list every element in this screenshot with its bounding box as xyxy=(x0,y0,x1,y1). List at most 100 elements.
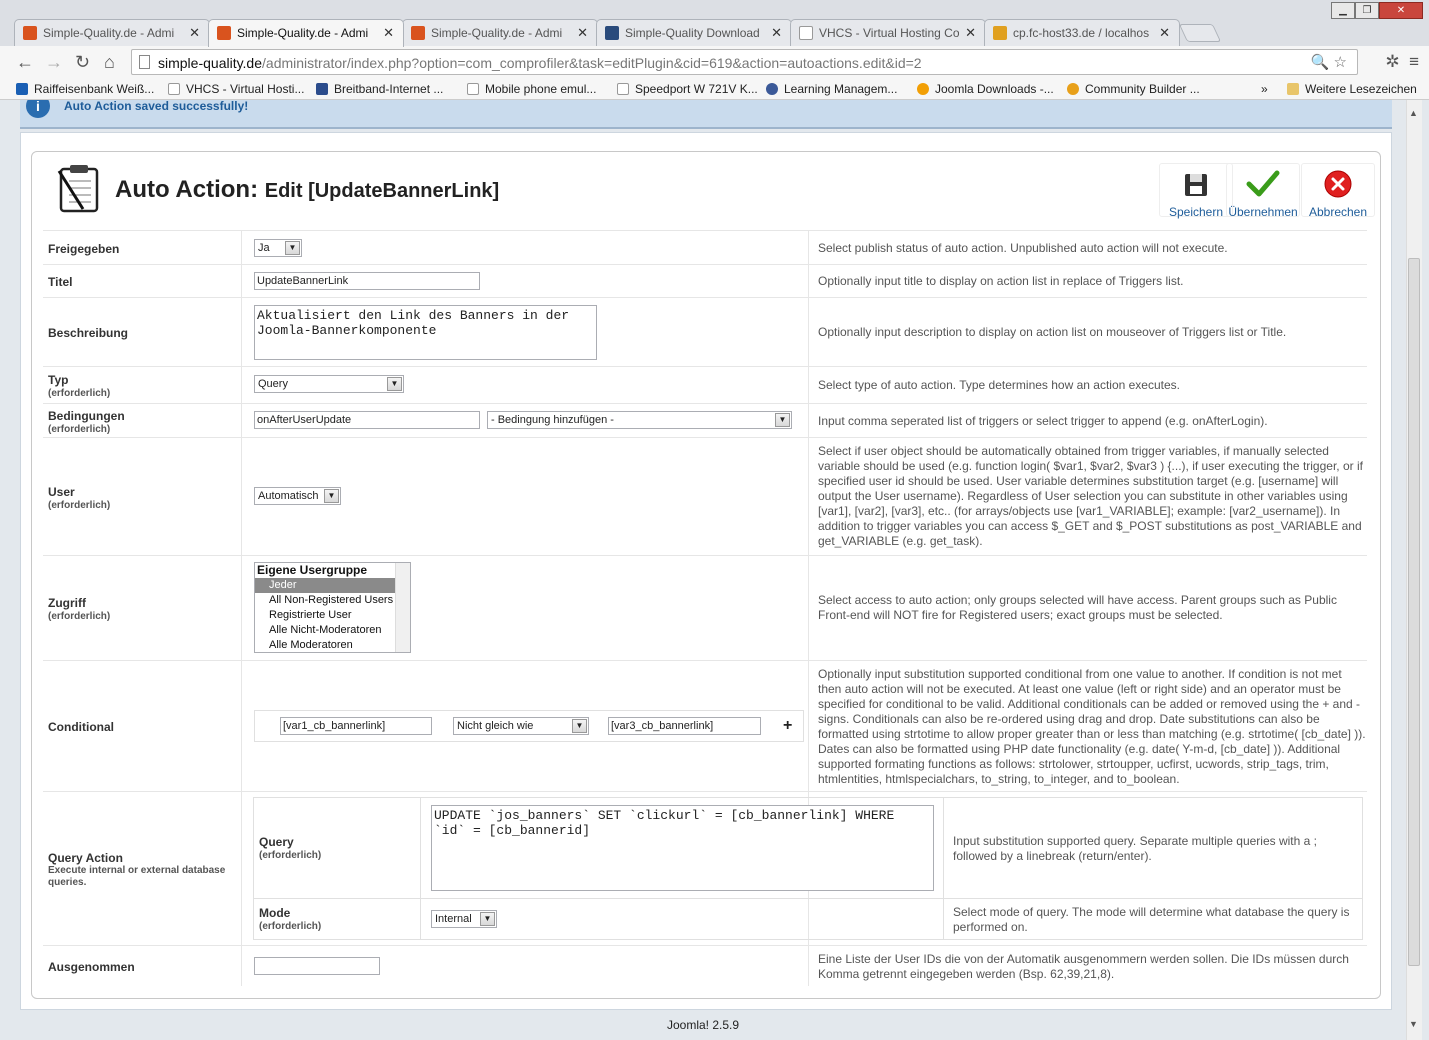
star-icon[interactable]: ☆ xyxy=(1334,54,1347,71)
sub-divider xyxy=(420,798,421,939)
bookmark-item[interactable]: Raiffeisenbank Weiß... xyxy=(16,82,154,96)
bookmark-item[interactable]: Breitband-Internet ... xyxy=(316,82,443,96)
reload-icon[interactable]: ↻ xyxy=(75,52,90,73)
close-tab-icon[interactable]: ✕ xyxy=(1159,25,1170,41)
listbox-scrollbar[interactable] xyxy=(395,563,410,652)
save-button[interactable]: Speichern xyxy=(1159,163,1233,219)
chevron-down-icon: ▼ xyxy=(775,413,790,427)
browser-tab-3[interactable]: Simple-Quality.de - Admi ✕ xyxy=(402,19,598,46)
minimize-icon[interactable]: ▁ xyxy=(1331,2,1355,19)
access-group-listbox[interactable]: Eigene Usergruppe Jeder All Non-Register… xyxy=(254,562,411,653)
bookmark-item[interactable]: Mobile phone emul... xyxy=(467,82,596,96)
browser-tab-4[interactable]: Simple-Quality Download ✕ xyxy=(596,19,792,46)
chevron-down-icon: ▼ xyxy=(480,912,495,926)
home-icon[interactable]: ⌂ xyxy=(104,52,115,73)
browser-chrome: Simple-Quality.de - Admi ✕ Simple-Qualit… xyxy=(0,0,1429,100)
bookmark-item[interactable]: Learning Managem... xyxy=(766,82,897,96)
add-conditional-button[interactable]: + xyxy=(783,717,792,735)
close-tab-icon[interactable]: ✕ xyxy=(383,25,394,41)
close-window-icon[interactable]: ✕ xyxy=(1379,2,1423,19)
folder-icon xyxy=(1287,83,1299,95)
listbox-option[interactable]: Alle Nicht-Moderatoren xyxy=(255,623,410,638)
joomla-icon xyxy=(217,26,231,40)
sub-row-divider xyxy=(254,898,1362,899)
maximize-icon[interactable]: ❐ xyxy=(1355,2,1379,19)
browser-tab-6[interactable]: cp.fc-host33.de / localhos ✕ xyxy=(984,19,1180,46)
chevron-down-icon: ▼ xyxy=(324,489,339,503)
window-controls: ▁ ❐ ✕ xyxy=(1331,2,1423,20)
form-row-exclude: Ausgenommen Eine Liste der User IDs die … xyxy=(43,945,1367,987)
page-icon xyxy=(139,55,150,69)
cancel-button[interactable]: Abbrechen xyxy=(1301,163,1375,219)
info-icon: i xyxy=(26,100,50,118)
published-select[interactable]: Ja ▼ xyxy=(254,239,302,257)
title-input[interactable] xyxy=(254,272,480,290)
type-select[interactable]: Query ▼ xyxy=(254,375,404,393)
page-scrollbar-thumb[interactable] xyxy=(1408,258,1420,966)
clipboard-checklist-icon xyxy=(57,165,99,213)
new-tab-button[interactable] xyxy=(1178,24,1222,42)
triggers-input[interactable] xyxy=(254,411,480,429)
conditional-operator-select[interactable]: Nicht gleich wie ▼ xyxy=(453,717,589,735)
cancel-x-icon xyxy=(1324,170,1352,198)
bookmark-item[interactable]: Joomla Downloads -... xyxy=(917,82,1054,96)
user-select[interactable]: Automatisch ▼ xyxy=(254,487,341,505)
conditional-left-input[interactable] xyxy=(280,717,432,735)
close-tab-icon[interactable]: ✕ xyxy=(189,25,200,41)
bookmarks-bar: Raiffeisenbank Weiß... VHCS - Virtual Ho… xyxy=(0,78,1429,100)
joomla-icon xyxy=(411,26,425,40)
chevron-down-icon: ▼ xyxy=(285,241,300,255)
menu-icon[interactable]: ≡ xyxy=(1409,52,1419,71)
address-bar[interactable]: simple-quality.de/administrator/index.ph… xyxy=(131,49,1358,75)
add-trigger-select[interactable]: - Bedingung hinzufügen - ▼ xyxy=(487,411,792,429)
browser-tab-5[interactable]: VHCS - Virtual Hosting Co ✕ xyxy=(790,19,986,46)
bookmarks-overflow-button[interactable]: » xyxy=(1261,82,1268,96)
listbox-option[interactable]: Registrierte User xyxy=(255,608,410,623)
page-icon xyxy=(799,26,813,40)
listbox-option[interactable]: All Non-Registered Users xyxy=(255,593,410,608)
conditional-right-input[interactable] xyxy=(608,717,761,735)
form-row-access: Zugriff (erforderlich) Select access to … xyxy=(43,555,1367,660)
browser-tab-1[interactable]: Simple-Quality.de - Admi ✕ xyxy=(14,19,210,46)
close-tab-icon[interactable]: ✕ xyxy=(965,25,976,41)
chevron-down-icon: ▼ xyxy=(572,719,587,733)
listbox-option[interactable]: Alle Moderatoren xyxy=(255,638,410,652)
bookmark-item[interactable]: Speedport W 721V K... xyxy=(617,82,758,96)
forward-icon[interactable]: → xyxy=(45,52,63,73)
form-row-published: Freigegeben Select publish status of aut… xyxy=(43,230,1367,264)
form-row-description: Beschreibung Optionally input descriptio… xyxy=(43,297,1367,366)
exclude-input[interactable] xyxy=(254,957,380,975)
footer-version: Joomla! 2.5.9 xyxy=(666,1018,740,1032)
browser-tab-2-active[interactable]: Simple-Quality.de - Admi ✕ xyxy=(208,19,404,47)
zoom-icon[interactable]: 🔍 xyxy=(1311,54,1330,71)
form-row-user: User (erforderlich) Select if user objec… xyxy=(43,437,1367,555)
sub-divider xyxy=(943,798,944,939)
page-icon xyxy=(168,83,180,95)
page-icon xyxy=(617,83,629,95)
form-row-title: Titel Optionally input title to display … xyxy=(43,264,1367,297)
checkmark-icon xyxy=(1246,170,1280,197)
globe-icon xyxy=(766,83,778,95)
query-textarea[interactable]: UPDATE `jos_banners` SET `clickurl` = [c… xyxy=(431,805,934,891)
v-icon xyxy=(316,83,328,95)
extension-icon[interactable]: ✲ xyxy=(1385,52,1399,71)
listbox-option[interactable]: Jeder xyxy=(255,578,410,593)
other-bookmarks[interactable]: Weitere Lesezeichen xyxy=(1287,82,1417,96)
description-textarea[interactable]: Aktualisiert den Link des Banners in der… xyxy=(254,305,597,360)
joomla-icon xyxy=(23,26,37,40)
back-icon[interactable]: ← xyxy=(16,52,34,73)
close-tab-icon[interactable]: ✕ xyxy=(771,25,782,41)
bank-icon xyxy=(16,83,28,95)
close-tab-icon[interactable]: ✕ xyxy=(577,25,588,41)
chevron-down-icon: ▼ xyxy=(387,377,402,391)
bookmark-item[interactable]: VHCS - Virtual Hosti... xyxy=(168,82,304,96)
apply-button[interactable]: Übernehmen xyxy=(1226,163,1300,219)
bookmark-item[interactable]: Community Builder ... xyxy=(1067,82,1200,96)
tab-strip: Simple-Quality.de - Admi ✕ Simple-Qualit… xyxy=(0,0,1429,47)
system-message: i Auto Action saved successfully! xyxy=(20,100,1392,129)
query-mode-select[interactable]: Internal ▼ xyxy=(431,910,497,928)
scroll-up-icon[interactable]: ▲ xyxy=(1409,108,1418,118)
floppy-disk-icon xyxy=(1185,174,1207,196)
scroll-down-icon[interactable]: ▼ xyxy=(1409,1019,1418,1029)
listbox-group-header: Eigene Usergruppe xyxy=(257,563,368,577)
